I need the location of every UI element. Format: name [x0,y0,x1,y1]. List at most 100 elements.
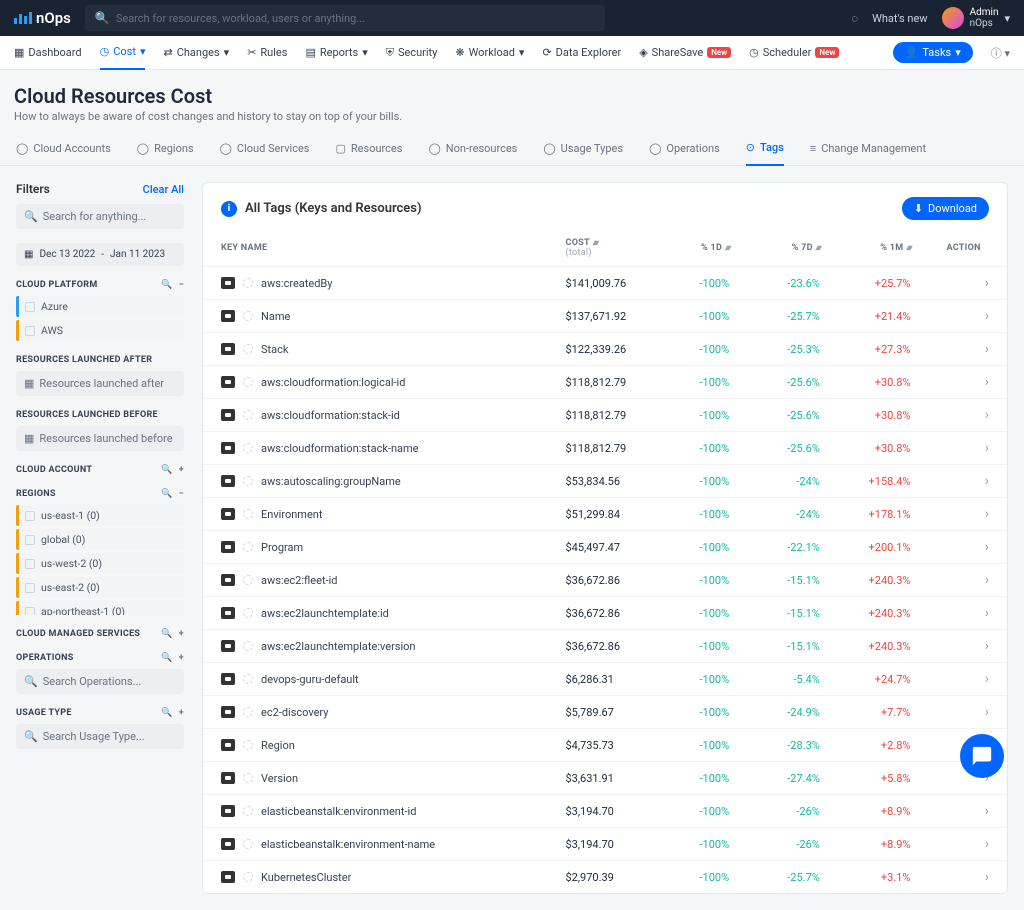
section-cloud-managed: CLOUD MANAGED SERVICES [16,629,140,639]
table-row[interactable]: aws:ec2:fleet-id$36,672.86-100%-15.1%+24… [203,564,1007,597]
nav-reports[interactable]: ▤Reports▾ [305,36,367,70]
table-row[interactable]: aws:autoscaling:groupName$53,834.56-100%… [203,465,1007,498]
subtab-cloud-services[interactable]: ◯Cloud Services [220,141,310,165]
user-org: nOps [970,18,999,29]
chevron-right-icon[interactable]: › [985,308,989,324]
chevron-right-icon[interactable]: › [985,605,989,621]
table-row[interactable]: KubernetesCluster$2,970.39-100%-25.7%+3.… [203,861,1007,894]
nav-scheduler[interactable]: ◷SchedulerNew [749,36,839,70]
page-subtitle: How to always be aware of cost changes a… [14,110,1010,123]
expand-icon[interactable]: + [179,629,184,639]
nav-rules[interactable]: ✂Rules [247,36,287,70]
operations-search-input[interactable]: 🔍Search Operations... [16,669,184,694]
chevron-right-icon[interactable]: › [985,803,989,819]
expand-icon[interactable]: + [179,653,184,663]
collapse-icon[interactable]: − [179,489,184,499]
subtab-regions[interactable]: ◯Regions [137,141,194,165]
table-row[interactable]: aws:createdBy$141,009.76-100%-23.6%+25.7… [203,267,1007,300]
col-1m[interactable]: % 1M▴▾ [838,230,929,267]
subtab-resources[interactable]: ▢Resources [336,141,403,165]
whats-new-link[interactable]: What's new [872,12,927,25]
table-row[interactable]: Environment$51,299.84-100%-24%+178.1%› [203,498,1007,531]
subtab-operations[interactable]: ◯Operations [649,141,720,165]
download-button[interactable]: ⬇ Download [902,197,989,220]
chevron-right-icon[interactable]: › [985,671,989,687]
nav-dashboard[interactable]: ▦Dashboard [14,36,82,70]
tasks-button[interactable]: 👤Tasks▾ [893,42,973,63]
table-row[interactable]: Version$3,631.91-100%-27.4%+5.8%› [203,762,1007,795]
chat-fab[interactable] [960,734,1004,778]
col-cost[interactable]: COST▴▾(total) [548,230,657,267]
chevron-right-icon[interactable]: › [985,407,989,423]
expand-icon[interactable]: + [179,465,184,475]
logo[interactable]: nOps [14,9,71,27]
chevron-right-icon[interactable]: › [985,704,989,720]
collapse-icon[interactable]: − [179,280,184,290]
filter-platform-azure[interactable]: Azure [16,296,184,317]
nav-changes[interactable]: ⇄Changes▾ [163,36,229,70]
search-icon[interactable]: 🔍 [161,280,173,290]
search-icon[interactable]: 🔍 [161,653,173,663]
search-icon[interactable]: 🔍 [161,465,173,475]
subtab-change-management[interactable]: ≡Change Management [810,141,926,165]
table-row[interactable]: Stack$122,339.26-100%-25.3%+27.3%› [203,333,1007,366]
table-row[interactable]: elasticbeanstalk:environment-name$3,194.… [203,828,1007,861]
subtab-cloud-accounts[interactable]: ◯Cloud Accounts [16,141,111,165]
expand-icon[interactable]: + [179,708,184,718]
chevron-right-icon[interactable]: › [985,638,989,654]
table-row[interactable]: ec2-discovery$5,789.67-100%-24.9%+7.7%› [203,696,1007,729]
global-search[interactable]: 🔍 Search for resources, workload, users … [85,5,605,31]
chevron-right-icon[interactable]: › [985,341,989,357]
chevron-right-icon[interactable]: › [985,440,989,456]
table-row[interactable]: devops-guru-default$6,286.31-100%-5.4%+2… [203,663,1007,696]
resources-before-input[interactable]: ▦Resources launched before [16,426,184,451]
user-menu[interactable]: Admin nOps ▾ [942,7,1010,29]
table-row[interactable]: aws:ec2launchtemplate:id$36,672.86-100%-… [203,597,1007,630]
filter-region-item[interactable]: ap-northeast-1 (0) [16,601,184,615]
filter-region-item[interactable]: us-west-2 (0) [16,553,184,574]
subtab-non-resources[interactable]: ◯Non-resources [428,141,517,165]
key-name: Version [261,772,298,785]
filter-region-item[interactable]: us-east-2 (0) [16,577,184,598]
pct-1m: +30.8% [838,432,929,465]
col-1d[interactable]: % 1D▴▾ [657,230,748,267]
col-7d[interactable]: % 7D▴▾ [747,230,838,267]
filter-platform-aws[interactable]: AWS [16,320,184,341]
chevron-right-icon[interactable]: › [985,539,989,555]
table-row[interactable]: Name$137,671.92-100%-25.7%+21.4%› [203,300,1007,333]
chevron-right-icon[interactable]: › [985,506,989,522]
search-icon[interactable]: 🔍 [161,629,173,639]
usage-type-search-input[interactable]: 🔍Search Usage Type... [16,724,184,749]
table-row[interactable]: aws:ec2launchtemplate:version$36,672.86-… [203,630,1007,663]
clear-all-link[interactable]: Clear All [143,183,184,196]
nav-workload[interactable]: ❋Workload▾ [455,36,524,70]
nav-cost[interactable]: ◷Cost▾ [100,36,146,70]
table-row[interactable]: aws:cloudformation:stack-name$118,812.79… [203,432,1007,465]
chevron-right-icon[interactable]: › [985,275,989,291]
info-icon[interactable]: i [221,201,237,217]
nav-sharesave[interactable]: ◈ShareSaveNew [639,36,731,70]
help-icon[interactable]: ⓘ ▾ [991,45,1010,61]
chevron-right-icon[interactable]: › [985,473,989,489]
col-key[interactable]: KEY NAME [203,230,548,267]
resources-after-input[interactable]: ▦Resources launched after [16,371,184,396]
table-row[interactable]: Region$4,735.73-100%-28.3%+2.8%› [203,729,1007,762]
search-icon[interactable]: 🔍 [161,708,173,718]
subtab-usage-types[interactable]: ◯Usage Types [543,141,623,165]
chevron-right-icon[interactable]: › [985,374,989,390]
nav-data-explorer[interactable]: ⟳Data Explorer [542,36,621,70]
subtab-tags[interactable]: ⊙Tags [746,141,784,166]
table-row[interactable]: aws:cloudformation:stack-id$118,812.79-1… [203,399,1007,432]
search-icon[interactable]: 🔍 [161,489,173,499]
table-row[interactable]: aws:cloudformation:logical-id$118,812.79… [203,366,1007,399]
filter-search-input[interactable]: 🔍 Search for anything... [16,204,184,229]
table-row[interactable]: elasticbeanstalk:environment-id$3,194.70… [203,795,1007,828]
date-range-picker[interactable]: ▦ Dec 13 2022 - Jan 11 2023 [16,243,184,266]
filter-region-item[interactable]: global (0) [16,529,184,550]
chevron-right-icon[interactable]: › [985,869,989,885]
table-row[interactable]: Program$45,497.47-100%-22.1%+200.1%› [203,531,1007,564]
nav-security[interactable]: ⛨Security [386,36,438,70]
chevron-right-icon[interactable]: › [985,836,989,852]
filter-region-item[interactable]: us-east-1 (0) [16,505,184,526]
chevron-right-icon[interactable]: › [985,572,989,588]
